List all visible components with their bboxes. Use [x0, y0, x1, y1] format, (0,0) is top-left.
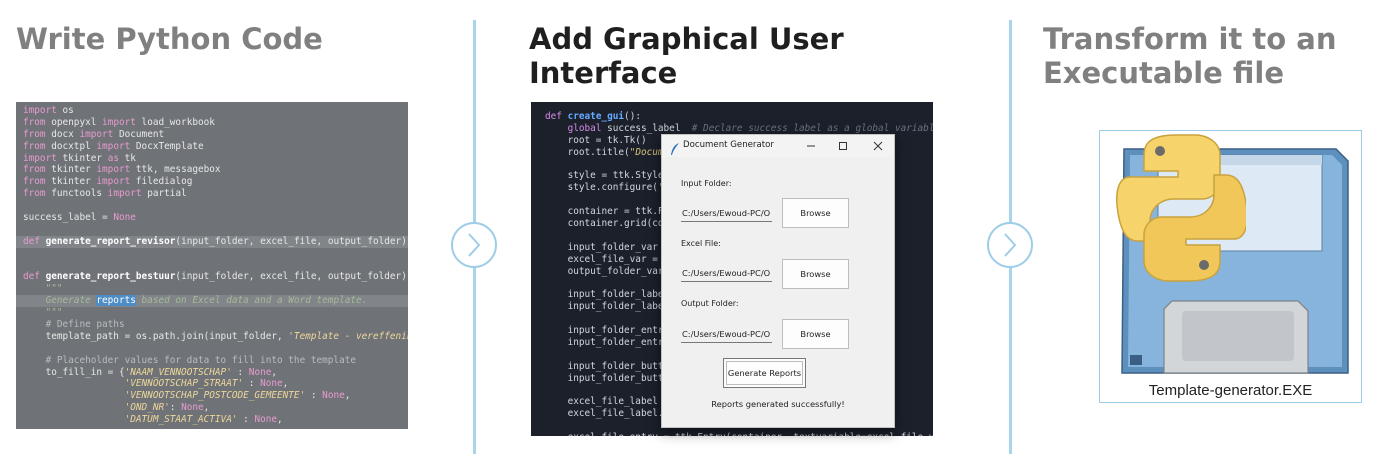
python-code-editor: import os from openpyxl import load_workb… — [16, 102, 408, 429]
input-folder-entry[interactable]: C:/Users/Ewoud-PC/O — [681, 205, 772, 222]
code-line: def generate_report_revisor(input_folder… — [16, 235, 408, 248]
code-line: def create_gui(): — [545, 111, 641, 122]
status-message: Reports generated successfully! — [711, 399, 845, 409]
code-line: excel_file_entry = ttk.Entry(container, … — [531, 432, 933, 436]
code-line: to_fill_in = {'NAAM_VENNOOTSCHAP' : None… — [23, 366, 278, 378]
code-line: 'DATUM_STAAT_ACTIVA' : None, — [124, 414, 283, 426]
code-line: 'VENNOOTSCHAP_POSTCODE_GEMEENTE' : None, — [124, 390, 351, 402]
code-line: """ — [23, 307, 63, 319]
window-titlebar: Document Generator — [662, 135, 894, 157]
python-logo-icon — [1116, 134, 1246, 282]
minimize-icon[interactable] — [802, 138, 820, 154]
panel-title-add-gui: Add Graphical User Interface — [529, 22, 844, 90]
code-line: from tkinter import ttk, messagebox — [23, 164, 221, 176]
maximize-icon[interactable] — [834, 138, 852, 154]
code-line: success_label = None — [23, 212, 136, 224]
panel-title-executable: Transform it to an Executable file — [1043, 22, 1337, 90]
chevron-right-icon — [987, 222, 1033, 268]
code-line: # Define paths — [23, 319, 125, 331]
code-line: from docx import Document — [23, 128, 165, 140]
chevron-right-icon — [451, 222, 497, 268]
code-line: template_path = os.path.join(input_folde… — [23, 330, 408, 342]
code-line: from openpyxl import load_workbook — [23, 116, 215, 128]
generate-reports-button[interactable]: Generate Reports — [723, 358, 806, 388]
code-line: global success_label # Declare success l… — [567, 122, 933, 134]
document-generator-window: Document Generator Input Folder: C:/User… — [661, 134, 895, 428]
code-line: import os — [23, 105, 74, 116]
panel-title-write-code: Write Python Code — [16, 22, 323, 56]
input-folder-browse-button[interactable]: Browse — [782, 198, 849, 228]
code-line: import tkinter as tk — [23, 152, 136, 164]
code-line: def generate_report_bestuur(input_folder… — [23, 271, 408, 283]
code-line: from docxtpl import DocxTemplate — [23, 140, 204, 152]
output-folder-browse-button[interactable]: Browse — [782, 319, 849, 349]
code-line: Generate reports based on Excel data and… — [16, 295, 408, 308]
output-folder-label: Output Folder: — [681, 299, 739, 308]
feather-icon — [670, 140, 680, 159]
input-folder-label: Input Folder: — [681, 179, 732, 188]
executable-file-tile[interactable]: Template-generator.EXE — [1099, 130, 1362, 403]
excel-file-browse-button[interactable]: Browse — [782, 259, 849, 289]
excel-file-entry[interactable]: C:/Users/Ewoud-PC/O — [681, 265, 772, 282]
close-icon[interactable] — [869, 138, 887, 154]
code-line: # Placeholder values for data to fill in… — [23, 354, 357, 366]
excel-file-label: Excel File: — [681, 239, 721, 248]
code-line: from tkinter import filedialog — [23, 176, 193, 188]
code-line: 'OND_NR': None, — [124, 402, 210, 414]
output-folder-entry[interactable]: C:/Users/Ewoud-PC/O — [681, 326, 772, 343]
code-line: 'VENNOOTSCHAP_STRAAT' : None, — [124, 378, 289, 390]
code-line: from functools import partial — [23, 188, 187, 200]
code-line: """ — [23, 283, 63, 295]
executable-filename: Template-generator.EXE — [1148, 382, 1313, 399]
window-title: Document Generator — [683, 140, 774, 150]
